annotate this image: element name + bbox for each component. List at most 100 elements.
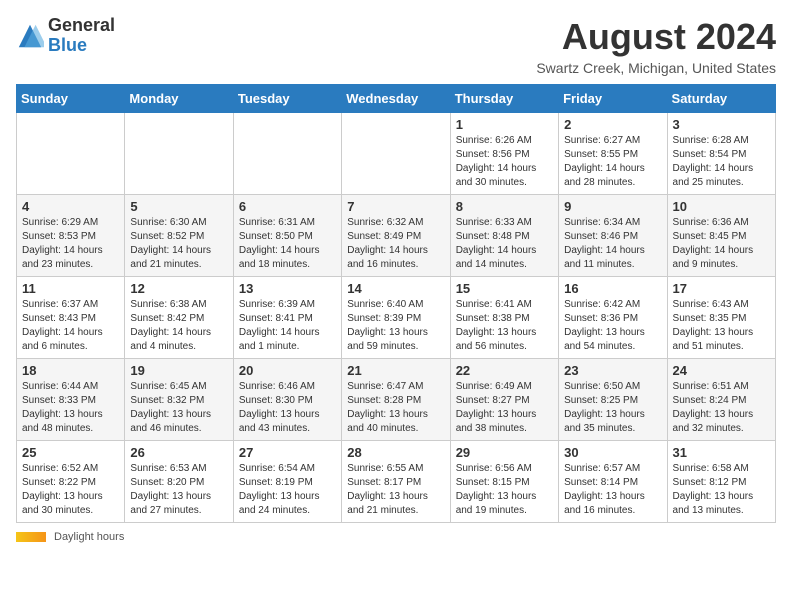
calendar-cell: 27 Sunrise: 6:54 AM Sunset: 8:19 PM Dayli… xyxy=(233,441,341,523)
calendar-cell: 1 Sunrise: 6:26 AM Sunset: 8:56 PM Daylig… xyxy=(450,113,558,195)
day-number: 27 xyxy=(239,445,336,460)
day-number: 30 xyxy=(564,445,661,460)
calendar-cell: 14 Sunrise: 6:40 AM Sunset: 8:39 PM Dayli… xyxy=(342,277,450,359)
day-number: 8 xyxy=(456,199,553,214)
calendar-day-header: Friday xyxy=(559,85,667,113)
calendar-cell: 21 Sunrise: 6:47 AM Sunset: 8:28 PM Dayli… xyxy=(342,359,450,441)
logo-general: General xyxy=(48,16,115,36)
calendar-cell xyxy=(125,113,233,195)
day-number: 15 xyxy=(456,281,553,296)
day-info: Sunrise: 6:28 AM Sunset: 8:54 PM Dayligh… xyxy=(673,134,770,190)
day-number: 7 xyxy=(347,199,444,214)
footer: Daylight hours xyxy=(16,531,776,543)
day-info: Sunrise: 6:42 AM Sunset: 8:36 PM Dayligh… xyxy=(564,298,661,354)
day-number: 25 xyxy=(22,445,119,460)
calendar-cell: 6 Sunrise: 6:31 AM Sunset: 8:50 PM Daylig… xyxy=(233,195,341,277)
day-info: Sunrise: 6:51 AM Sunset: 8:24 PM Dayligh… xyxy=(673,380,770,436)
day-info: Sunrise: 6:46 AM Sunset: 8:30 PM Dayligh… xyxy=(239,380,336,436)
title-location: Swartz Creek, Michigan, United States xyxy=(536,60,776,76)
day-number: 6 xyxy=(239,199,336,214)
day-info: Sunrise: 6:29 AM Sunset: 8:53 PM Dayligh… xyxy=(22,216,119,272)
day-info: Sunrise: 6:47 AM Sunset: 8:28 PM Dayligh… xyxy=(347,380,444,436)
calendar-cell: 10Sunrise: 6:36 AM Sunset: 8:45 PM Dayli… xyxy=(667,195,775,277)
day-info: Sunrise: 6:26 AM Sunset: 8:56 PM Dayligh… xyxy=(456,134,553,190)
calendar-day-header: Tuesday xyxy=(233,85,341,113)
day-number: 10 xyxy=(673,199,770,214)
day-info: Sunrise: 6:41 AM Sunset: 8:38 PM Dayligh… xyxy=(456,298,553,354)
calendar-cell: 22Sunrise: 6:49 AM Sunset: 8:27 PM Dayli… xyxy=(450,359,558,441)
day-info: Sunrise: 6:40 AM Sunset: 8:39 PM Dayligh… xyxy=(347,298,444,354)
day-info: Sunrise: 6:38 AM Sunset: 8:42 PM Dayligh… xyxy=(130,298,227,354)
calendar-cell xyxy=(17,113,125,195)
day-number: 3 xyxy=(673,117,770,132)
day-number: 23 xyxy=(564,363,661,378)
day-info: Sunrise: 6:33 AM Sunset: 8:48 PM Dayligh… xyxy=(456,216,553,272)
calendar-cell: 26 Sunrise: 6:53 AM Sunset: 8:20 PM Dayli… xyxy=(125,441,233,523)
calendar-cell: 4 Sunrise: 6:29 AM Sunset: 8:53 PM Daylig… xyxy=(17,195,125,277)
calendar-week-row: 4 Sunrise: 6:29 AM Sunset: 8:53 PM Daylig… xyxy=(17,195,776,277)
day-info: Sunrise: 6:43 AM Sunset: 8:35 PM Dayligh… xyxy=(673,298,770,354)
daylight-bar-icon xyxy=(16,532,46,542)
day-info: Sunrise: 6:55 AM Sunset: 8:17 PM Dayligh… xyxy=(347,462,444,518)
logo-text: General Blue xyxy=(48,16,115,56)
day-number: 4 xyxy=(22,199,119,214)
calendar-cell: 7 Sunrise: 6:32 AM Sunset: 8:49 PM Daylig… xyxy=(342,195,450,277)
calendar-cell: 30 Sunrise: 6:57 AM Sunset: 8:14 PM Dayli… xyxy=(559,441,667,523)
day-number: 31 xyxy=(673,445,770,460)
day-number: 2 xyxy=(564,117,661,132)
calendar-day-header: Sunday xyxy=(17,85,125,113)
day-info: Sunrise: 6:54 AM Sunset: 8:19 PM Dayligh… xyxy=(239,462,336,518)
title-month: August 2024 xyxy=(536,16,776,58)
calendar-cell: 24Sunrise: 6:51 AM Sunset: 8:24 PM Dayli… xyxy=(667,359,775,441)
calendar-day-header: Saturday xyxy=(667,85,775,113)
day-info: Sunrise: 6:32 AM Sunset: 8:49 PM Dayligh… xyxy=(347,216,444,272)
daylight-label: Daylight hours xyxy=(54,531,124,543)
day-number: 29 xyxy=(456,445,553,460)
calendar-cell xyxy=(233,113,341,195)
calendar-cell: 11Sunrise: 6:37 AM Sunset: 8:43 PM Dayli… xyxy=(17,277,125,359)
day-info: Sunrise: 6:57 AM Sunset: 8:14 PM Dayligh… xyxy=(564,462,661,518)
day-number: 16 xyxy=(564,281,661,296)
calendar-cell: 12Sunrise: 6:38 AM Sunset: 8:42 PM Dayli… xyxy=(125,277,233,359)
logo-blue: Blue xyxy=(48,36,115,56)
day-number: 5 xyxy=(130,199,227,214)
calendar-day-header: Wednesday xyxy=(342,85,450,113)
logo-icon xyxy=(16,22,44,50)
day-number: 19 xyxy=(130,363,227,378)
calendar-week-row: 1 Sunrise: 6:26 AM Sunset: 8:56 PM Daylig… xyxy=(17,113,776,195)
day-info: Sunrise: 6:44 AM Sunset: 8:33 PM Dayligh… xyxy=(22,380,119,436)
day-info: Sunrise: 6:58 AM Sunset: 8:12 PM Dayligh… xyxy=(673,462,770,518)
logo: General Blue xyxy=(16,16,115,56)
day-number: 28 xyxy=(347,445,444,460)
calendar-header-row: SundayMondayTuesdayWednesdayThursdayFrid… xyxy=(17,85,776,113)
calendar-cell: 29 Sunrise: 6:56 AM Sunset: 8:15 PM Dayli… xyxy=(450,441,558,523)
page-header: General Blue August 2024 Swartz Creek, M… xyxy=(16,16,776,76)
day-info: Sunrise: 6:39 AM Sunset: 8:41 PM Dayligh… xyxy=(239,298,336,354)
day-number: 26 xyxy=(130,445,227,460)
calendar-week-row: 25Sunrise: 6:52 AM Sunset: 8:22 PM Dayli… xyxy=(17,441,776,523)
day-info: Sunrise: 6:31 AM Sunset: 8:50 PM Dayligh… xyxy=(239,216,336,272)
day-info: Sunrise: 6:45 AM Sunset: 8:32 PM Dayligh… xyxy=(130,380,227,436)
day-info: Sunrise: 6:37 AM Sunset: 8:43 PM Dayligh… xyxy=(22,298,119,354)
day-number: 21 xyxy=(347,363,444,378)
calendar-cell: 2Sunrise: 6:27 AM Sunset: 8:55 PM Daylig… xyxy=(559,113,667,195)
title-block: August 2024 Swartz Creek, Michigan, Unit… xyxy=(536,16,776,76)
day-info: Sunrise: 6:50 AM Sunset: 8:25 PM Dayligh… xyxy=(564,380,661,436)
calendar-cell: 3 Sunrise: 6:28 AM Sunset: 8:54 PM Daylig… xyxy=(667,113,775,195)
calendar-cell: 16 Sunrise: 6:42 AM Sunset: 8:36 PM Dayli… xyxy=(559,277,667,359)
calendar-cell: 25Sunrise: 6:52 AM Sunset: 8:22 PM Dayli… xyxy=(17,441,125,523)
calendar-cell: 17Sunrise: 6:43 AM Sunset: 8:35 PM Dayli… xyxy=(667,277,775,359)
calendar-cell: 18 Sunrise: 6:44 AM Sunset: 8:33 PM Dayli… xyxy=(17,359,125,441)
calendar-week-row: 11Sunrise: 6:37 AM Sunset: 8:43 PM Dayli… xyxy=(17,277,776,359)
day-info: Sunrise: 6:53 AM Sunset: 8:20 PM Dayligh… xyxy=(130,462,227,518)
day-number: 18 xyxy=(22,363,119,378)
day-number: 1 xyxy=(456,117,553,132)
calendar-cell xyxy=(342,113,450,195)
day-number: 9 xyxy=(564,199,661,214)
calendar-cell: 19 Sunrise: 6:45 AM Sunset: 8:32 PM Dayli… xyxy=(125,359,233,441)
day-number: 14 xyxy=(347,281,444,296)
calendar-cell: 9Sunrise: 6:34 AM Sunset: 8:46 PM Daylig… xyxy=(559,195,667,277)
calendar-cell: 15 Sunrise: 6:41 AM Sunset: 8:38 PM Dayli… xyxy=(450,277,558,359)
day-info: Sunrise: 6:56 AM Sunset: 8:15 PM Dayligh… xyxy=(456,462,553,518)
day-info: Sunrise: 6:49 AM Sunset: 8:27 PM Dayligh… xyxy=(456,380,553,436)
